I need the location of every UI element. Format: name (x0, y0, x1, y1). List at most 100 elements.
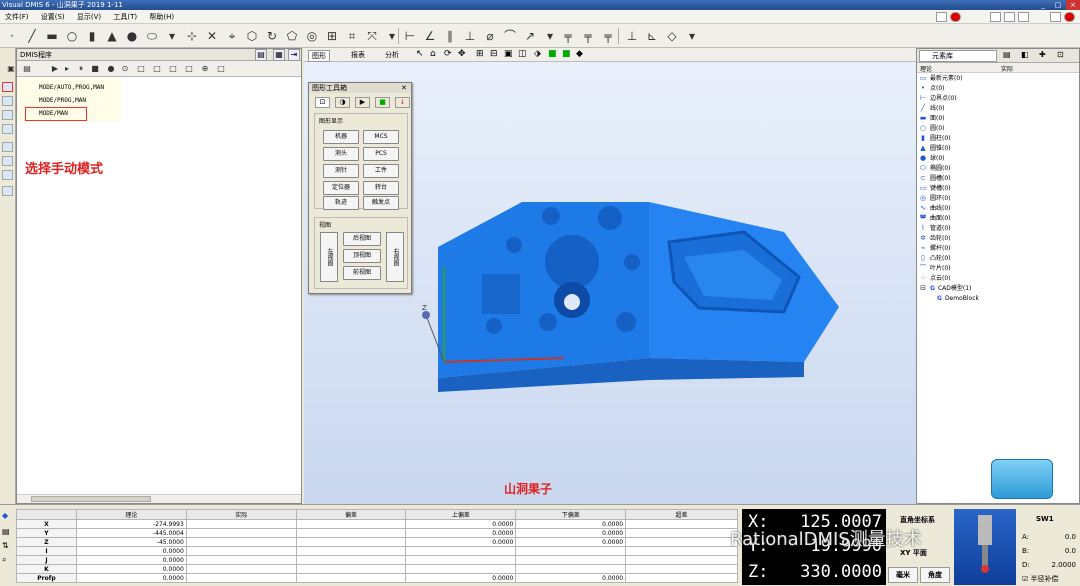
path-button[interactable]: 轨迹 (323, 196, 359, 210)
menu-settings[interactable]: 设置(S) (36, 10, 70, 24)
dropdown-icon-4[interactable]: ▾ (684, 28, 700, 44)
horizontal-scrollbar[interactable] (17, 494, 301, 503)
tree-item-latest[interactable]: ▭ 最新元素(0) (919, 74, 963, 84)
toolbox-tab-1[interactable]: ⊡ (315, 97, 330, 108)
view-icon-6[interactable]: ■ (548, 49, 557, 59)
tree-item-cad-model[interactable]: ⊟ G CAD模型(1) (919, 284, 971, 294)
tree-item-cylinder[interactable]: ▮ 圆柱(0) (919, 134, 950, 144)
tree-item-slot[interactable]: ⊂ 圆槽(0) (919, 174, 950, 184)
datum-tool-icon[interactable]: ⌖ (224, 28, 240, 44)
plane-tool-icon[interactable]: ▬ (44, 28, 60, 44)
close-button[interactable]: × (1066, 0, 1080, 10)
maximize-button[interactable]: □ (1051, 0, 1065, 10)
status-icon-1[interactable] (936, 12, 947, 22)
tree-item-ellipse[interactable]: ⬭ 椭圆(0) (919, 164, 951, 174)
save-icon[interactable]: ▤ (19, 61, 35, 77)
status-icon-4[interactable] (1018, 12, 1029, 22)
toolbox-tab-4[interactable]: ■ (375, 97, 390, 108)
panel-tab-icon-3[interactable]: ✚ (1039, 50, 1046, 59)
unit-button[interactable]: 毫米 (888, 567, 918, 583)
probe-tool-icon-3[interactable]: ╤ (600, 28, 616, 44)
target-tool-icon[interactable]: ◎ (304, 28, 320, 44)
table-row[interactable]: Y -445.0004 0.0000 0.0000 (16, 528, 738, 538)
tree-item-sphere[interactable]: ● 球(0) (919, 154, 945, 164)
probe-tool-icon-1[interactable]: ╤ (560, 28, 576, 44)
tree-item-screw[interactable]: ⌁ 螺杆(0) (919, 244, 951, 254)
find-icon[interactable]: ⊙ (117, 61, 133, 77)
dmis-code-area[interactable]: MODE/AUTO,PROG,MAN MODE/PROG,MAN MODE/MA… (17, 78, 301, 494)
runout-tool-icon[interactable]: ↗ (522, 28, 538, 44)
circle-tool-icon[interactable]: ○ (64, 28, 80, 44)
tab-analysis[interactable]: 分析 (382, 50, 402, 60)
box-icon-3[interactable]: □ (165, 61, 181, 77)
construct-tool-icon[interactable]: ✕ (204, 28, 220, 44)
tree-item-edge-point[interactable]: ⊢ 边界点(0) (919, 94, 957, 104)
sphere-tool-icon[interactable]: ● (124, 28, 140, 44)
position-tool-icon[interactable]: ⌀ (482, 28, 498, 44)
tree-item-torus[interactable]: ◎ 圆环(0) (919, 194, 951, 204)
box-icon-2[interactable]: □ (149, 61, 165, 77)
workpiece-button[interactable]: 工件 (363, 164, 399, 178)
tree-item-pipe[interactable]: ⌇ 管道(0) (919, 224, 950, 234)
select-tool-icon[interactable]: ⌗ (344, 28, 360, 44)
cone-tool-icon[interactable]: ▲ (104, 28, 120, 44)
tree-item-demoblock[interactable]: G DemoBlock (937, 294, 979, 304)
save-result-icon[interactable]: ▤ (2, 527, 10, 536)
measure-tool-icon[interactable]: ⊹ (184, 28, 200, 44)
toolbox-tab-2[interactable]: ◑ (335, 97, 350, 108)
macro-icon[interactable] (2, 142, 13, 152)
top-view-button[interactable]: 顶视图 (343, 249, 381, 263)
home-icon[interactable]: ⌂ (430, 49, 436, 59)
expand-icon[interactable]: ⊟ (919, 285, 927, 292)
table-row[interactable]: K 0.0000 (16, 564, 738, 574)
rotate-tool-icon[interactable]: ↻ (264, 28, 280, 44)
menu-tools[interactable]: 工具(T) (108, 10, 142, 24)
toolbox-tab-5[interactable]: ↓ (395, 97, 410, 108)
tab-graphics[interactable]: 图形 (308, 50, 330, 62)
view-icon-4[interactable]: ◫ (518, 49, 527, 59)
coordinate-tool-icon[interactable]: ⊥ (624, 28, 640, 44)
cylinder-tool-icon[interactable]: ▮ (84, 28, 100, 44)
front-view-button[interactable]: 前视图 (343, 266, 381, 280)
toolbox-close-icon[interactable]: ✕ (401, 83, 407, 93)
tree-item-curve[interactable]: ∿ 曲线(0) (919, 204, 950, 214)
profile-tool-icon[interactable]: ⌒ (502, 28, 518, 44)
ellipse-tool-icon[interactable]: ⬭ (144, 28, 160, 44)
box-icon-5[interactable]: □ (213, 61, 229, 77)
panel-icon-1[interactable]: ▤ (255, 49, 267, 61)
tree-item-surface[interactable]: ◚ 曲面(0) (919, 214, 951, 224)
right-view-button[interactable]: 右视图 (386, 232, 404, 282)
transform-tool-icon[interactable]: ⤧ (364, 28, 380, 44)
element-library-tab[interactable]: 元素库 (919, 50, 997, 62)
program-icon[interactable] (2, 96, 13, 106)
table-row[interactable]: Z -45.0000 0.0000 0.0000 (16, 537, 738, 547)
device-icon[interactable] (2, 170, 13, 180)
line-tool-icon[interactable]: ╱ (24, 28, 40, 44)
box-icon-4[interactable]: □ (181, 61, 197, 77)
panel-tab-icon-4[interactable]: ⊡ (1057, 50, 1064, 59)
rotate-view-icon[interactable]: ⟳ (444, 49, 452, 59)
angle-tool-icon[interactable]: ∠ (422, 28, 438, 44)
view-icon-1[interactable]: ⊞ (476, 49, 484, 59)
panel-tab-icon-2[interactable]: ◧ (1021, 50, 1029, 59)
view-icon-7[interactable]: ■ (562, 49, 571, 59)
search-icon[interactable]: ⌕ (2, 555, 6, 565)
machine-button[interactable]: 机器 (323, 130, 359, 144)
menu-help[interactable]: 帮助(H) (144, 10, 179, 24)
tree-item-keyway[interactable]: ▭ 键槽(0) (919, 184, 951, 194)
stop-icon-2[interactable]: ■ (87, 61, 103, 77)
back-view-button[interactable]: 后视图 (343, 232, 381, 246)
radius-comp-checkbox[interactable]: ☑ 半径补偿 (1022, 574, 1059, 584)
box-icon-1[interactable]: □ (133, 61, 149, 77)
panel-icon-2[interactable]: ▦ (273, 49, 285, 61)
tree-item-cam[interactable]: ⬯ 凸轮(0) (919, 254, 951, 264)
nav-icon[interactable]: ◆ (2, 511, 8, 520)
fixture-button[interactable]: 定位器 (323, 181, 359, 195)
dropdown-icon-3[interactable]: ▾ (542, 28, 558, 44)
tab-report[interactable]: 报表 (348, 50, 368, 60)
pin-icon[interactable]: ⇥ (288, 49, 300, 61)
dmis-line-1[interactable]: MODE/AUTO,PROG,MAN (39, 84, 104, 91)
status-icon-5[interactable] (1050, 12, 1061, 22)
align-tool-icon[interactable]: ⊞ (324, 28, 340, 44)
probe-tool-icon-2[interactable]: ╤ (580, 28, 596, 44)
